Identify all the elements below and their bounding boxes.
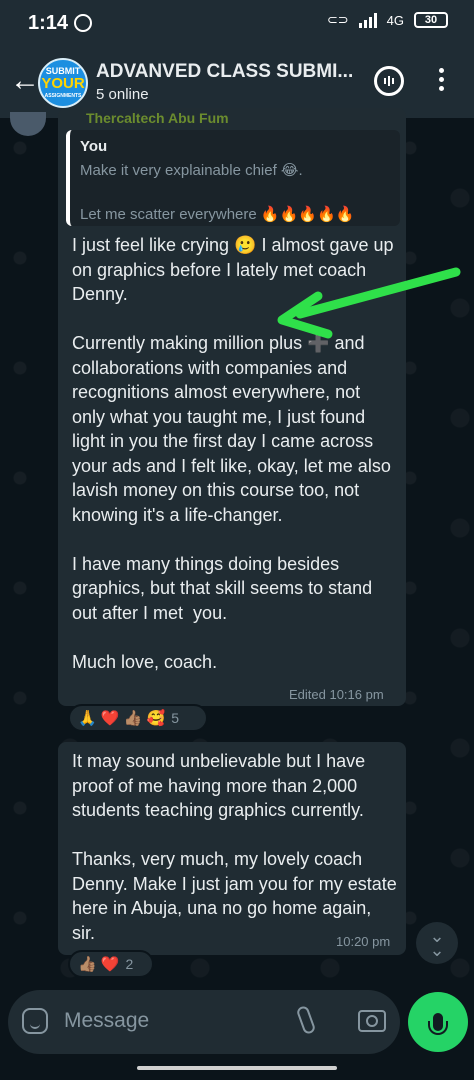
battery-level: 30 — [424, 14, 438, 26]
message-placeholder[interactable]: Message — [64, 1009, 149, 1033]
status-bar: 1:14 ⊂⊃ 4G 30 — [0, 0, 474, 48]
signal-icon — [358, 12, 377, 28]
link-icon: ⊂⊃ — [326, 12, 349, 27]
arrow-left-icon[interactable]: ← — [10, 66, 40, 96]
avatar-text-2: YOUR — [41, 74, 85, 92]
avatar-text-1: SUBMIT — [45, 65, 81, 76]
reaction-count: 2 — [125, 956, 134, 972]
group-avatar[interactable]: SUBMIT YOUR ASSIGNMENTS — [38, 58, 88, 108]
reaction-emojis: 👍🏽 ❤️ — [78, 956, 120, 973]
message-timestamp: 10:20 pm — [336, 934, 391, 949]
more-options-icon[interactable] — [438, 68, 444, 91]
status-icons: ⊂⊃ 4G 30 — [327, 12, 448, 28]
avatar-text-3: ASSIGNMENTS — [44, 92, 82, 99]
voice-chat-icon[interactable] — [374, 66, 404, 96]
mic-button[interactable] — [408, 992, 468, 1052]
online-count: 5 online — [96, 86, 149, 103]
home-indicator — [137, 1066, 337, 1070]
reactions-bar[interactable]: 🙏 ❤️ 👍🏽 🥰 5 — [68, 704, 208, 732]
quote-author: You — [80, 138, 108, 155]
reaction-emojis: 🙏 ❤️ 👍🏽 🥰 — [78, 710, 166, 727]
network-type: 4G — [386, 12, 404, 28]
message-timestamp: Edited 10:16 pm — [289, 687, 384, 702]
quote-text-1: Make it very explainable chief 😂. — [80, 162, 303, 179]
battery-icon: 30 — [414, 12, 448, 28]
quote-text-2: Let me scatter everywhere 🔥🔥🔥🔥🔥 — [80, 206, 355, 223]
reactions-bar[interactable]: 👍🏽 ❤️ 2 — [68, 950, 154, 978]
message-text: It may sound unbelievable but I have pro… — [72, 751, 397, 943]
camera-icon[interactable] — [358, 1010, 386, 1032]
green-arrow-annotation — [277, 267, 461, 339]
sticker-icon[interactable] — [22, 1008, 48, 1034]
partial-sender-name: Thercaltech Abu Fum — [86, 110, 229, 126]
reaction-count: 5 — [171, 710, 180, 726]
quoted-message[interactable]: You Make it very explainable chief 😂. Le… — [66, 130, 400, 226]
mic-icon — [428, 1013, 448, 1035]
whatsapp-notification-icon — [74, 14, 92, 32]
scroll-down-icon[interactable]: ⌄ ⌄ — [416, 922, 458, 964]
status-time: 1:14 — [28, 12, 69, 34]
chat-title[interactable]: ADVANVED CLASS SUBMI... — [96, 61, 353, 83]
